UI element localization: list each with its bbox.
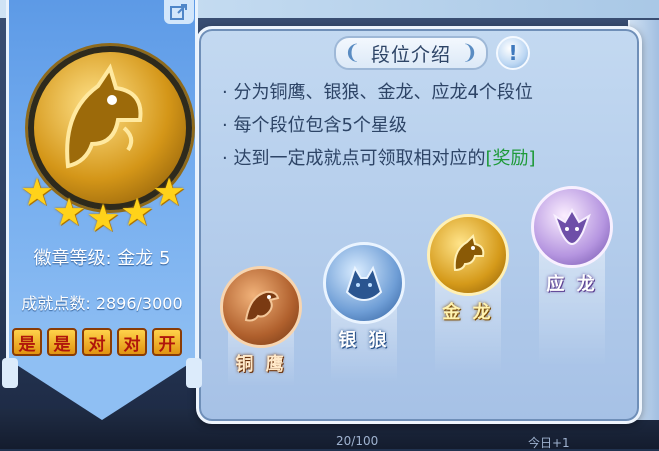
panel-title: ❨ 段位介绍 ❩ [334, 36, 488, 70]
achievement-points: 成就点数: 2896/3000 [21, 294, 183, 313]
share-icon[interactable] [164, 0, 194, 24]
action-button[interactable]: 是 [47, 328, 77, 356]
rank-silver-wolf[interactable]: 银 狼 [323, 242, 405, 382]
reward-link[interactable]: [奖励] [485, 148, 535, 169]
action-button[interactable]: 对 [82, 328, 112, 356]
rank-purple-dragon[interactable]: 应 龙 [531, 186, 613, 366]
wolf-icon [323, 242, 405, 324]
badge-card-tip [6, 358, 198, 420]
dragon-icon [427, 214, 509, 296]
swirl-right-icon: ❩ [461, 40, 478, 64]
action-buttons: 是 是 对 对 开 [12, 328, 182, 356]
today-hint: 今日+1 [528, 436, 570, 450]
panel-title-text: 段位介绍 [370, 43, 451, 66]
star-icon: ★ [20, 170, 55, 214]
rule-line: · 达到一定成就点可领取相对应的[奖励] [222, 148, 536, 169]
star-icon: ★ [86, 196, 121, 240]
rank-gold-dragon[interactable]: 金 龙 [427, 214, 509, 374]
badge-card: ★ ★ ★ ★ ★ 徽章等级: 金龙 5 成就点数: 2896/3000 是 是… [2, 0, 202, 420]
rank-label: 金 龙 [442, 302, 494, 323]
swirl-left-icon: ❨ [344, 40, 361, 64]
badge-level-text: 徽章等级: 金龙 5 [33, 248, 171, 269]
info-icon[interactable]: ! [496, 36, 530, 70]
rank-label: 银 狼 [338, 330, 390, 351]
progress-hint: 20/100 [336, 434, 379, 448]
action-button[interactable]: 开 [152, 328, 182, 356]
star-icon: ★ [120, 190, 155, 234]
rank-label: 铜 鹰 [235, 354, 287, 375]
rule-line: · 每个段位包含5个星级 [222, 115, 407, 136]
rules-list: · 分为铜鹰、银狼、金龙、应龙4个段位 · 每个段位包含5个星级 · 达到一定成… [222, 76, 536, 175]
star-icon: ★ [152, 170, 187, 214]
star-rating: ★ ★ ★ ★ ★ [20, 170, 190, 240]
rank-bronze-eagle[interactable]: 铜 鹰 [220, 266, 302, 386]
rank-label: 应 龙 [546, 274, 598, 295]
action-button[interactable]: 是 [12, 328, 42, 356]
star-icon: ★ [52, 190, 87, 234]
rule-line: · 分为铜鹰、银狼、金龙、应龙4个段位 [222, 82, 533, 103]
eagle-icon [220, 266, 302, 348]
action-button[interactable]: 对 [117, 328, 147, 356]
purple-dragon-icon [531, 186, 613, 268]
